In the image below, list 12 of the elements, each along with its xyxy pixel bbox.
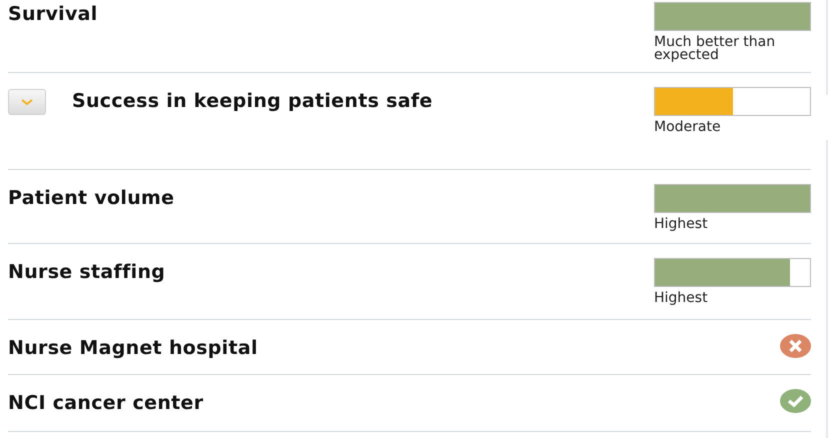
measure-title: Success in keeping patients safe: [72, 89, 433, 114]
rating-label: Highest: [654, 218, 709, 231]
rating-label: Moderate: [654, 121, 722, 134]
rating-label: Highest: [654, 292, 709, 305]
measure-title: Patient volume: [8, 186, 174, 211]
rating-label: Much better than expected: [654, 36, 776, 62]
measure-title: NCI cancer center: [8, 391, 204, 416]
measure-title: Nurse staffing: [8, 260, 166, 285]
expand-button[interactable]: [8, 89, 46, 115]
measure-title: Survival: [8, 2, 98, 27]
chevron-down-icon: [21, 98, 33, 106]
measure-title: Nurse Magnet hospital: [8, 336, 258, 361]
